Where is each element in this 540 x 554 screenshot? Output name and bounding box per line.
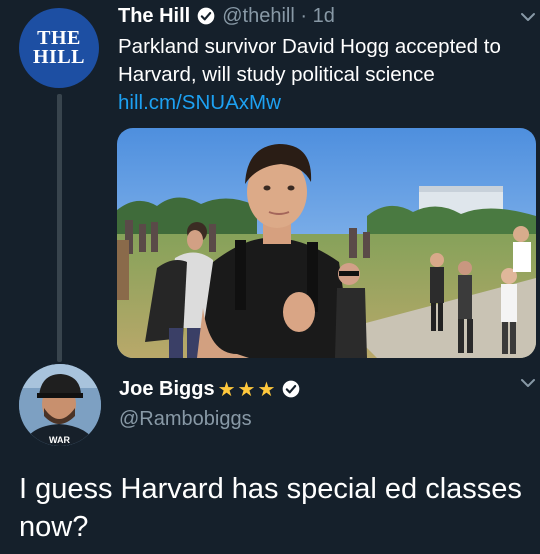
photo-scene xyxy=(117,128,536,358)
reply-header: Joe Biggs ★★★ xyxy=(119,375,307,403)
tweet-text: Parkland survivor David Hogg accepted to… xyxy=(118,35,501,86)
tweet-header: The Hill @thehill · 1d xyxy=(118,3,335,29)
tweet-link[interactable]: hill.cm/SNUAxMw xyxy=(118,89,281,117)
verified-badge-icon xyxy=(197,7,215,25)
reply-text: I guess Harvard has special ed classes n… xyxy=(19,473,522,543)
reply-author-handle[interactable]: @Rambobiggs xyxy=(119,408,252,431)
author-handle-time[interactable]: @thehill · 1d xyxy=(222,5,335,28)
avatar-shirt-text: WAR xyxy=(49,435,70,445)
chevron-down-icon[interactable] xyxy=(520,378,536,388)
chevron-down-icon[interactable] xyxy=(520,12,536,22)
verified-badge-icon xyxy=(283,380,300,398)
joe-biggs-avatar[interactable]: WAR xyxy=(19,364,101,446)
tweet-photo[interactable] xyxy=(117,128,536,358)
the-hill-avatar[interactable]: THE HILL xyxy=(19,8,99,88)
thread-connector-line xyxy=(57,94,62,362)
author-name[interactable]: The Hill xyxy=(118,5,190,28)
avatar-logo-line2: HILL xyxy=(32,46,86,68)
star-icons: ★★★ xyxy=(217,378,278,401)
reply-author-name[interactable]: Joe Biggs xyxy=(119,378,215,401)
avatar-photo: WAR xyxy=(19,364,101,446)
